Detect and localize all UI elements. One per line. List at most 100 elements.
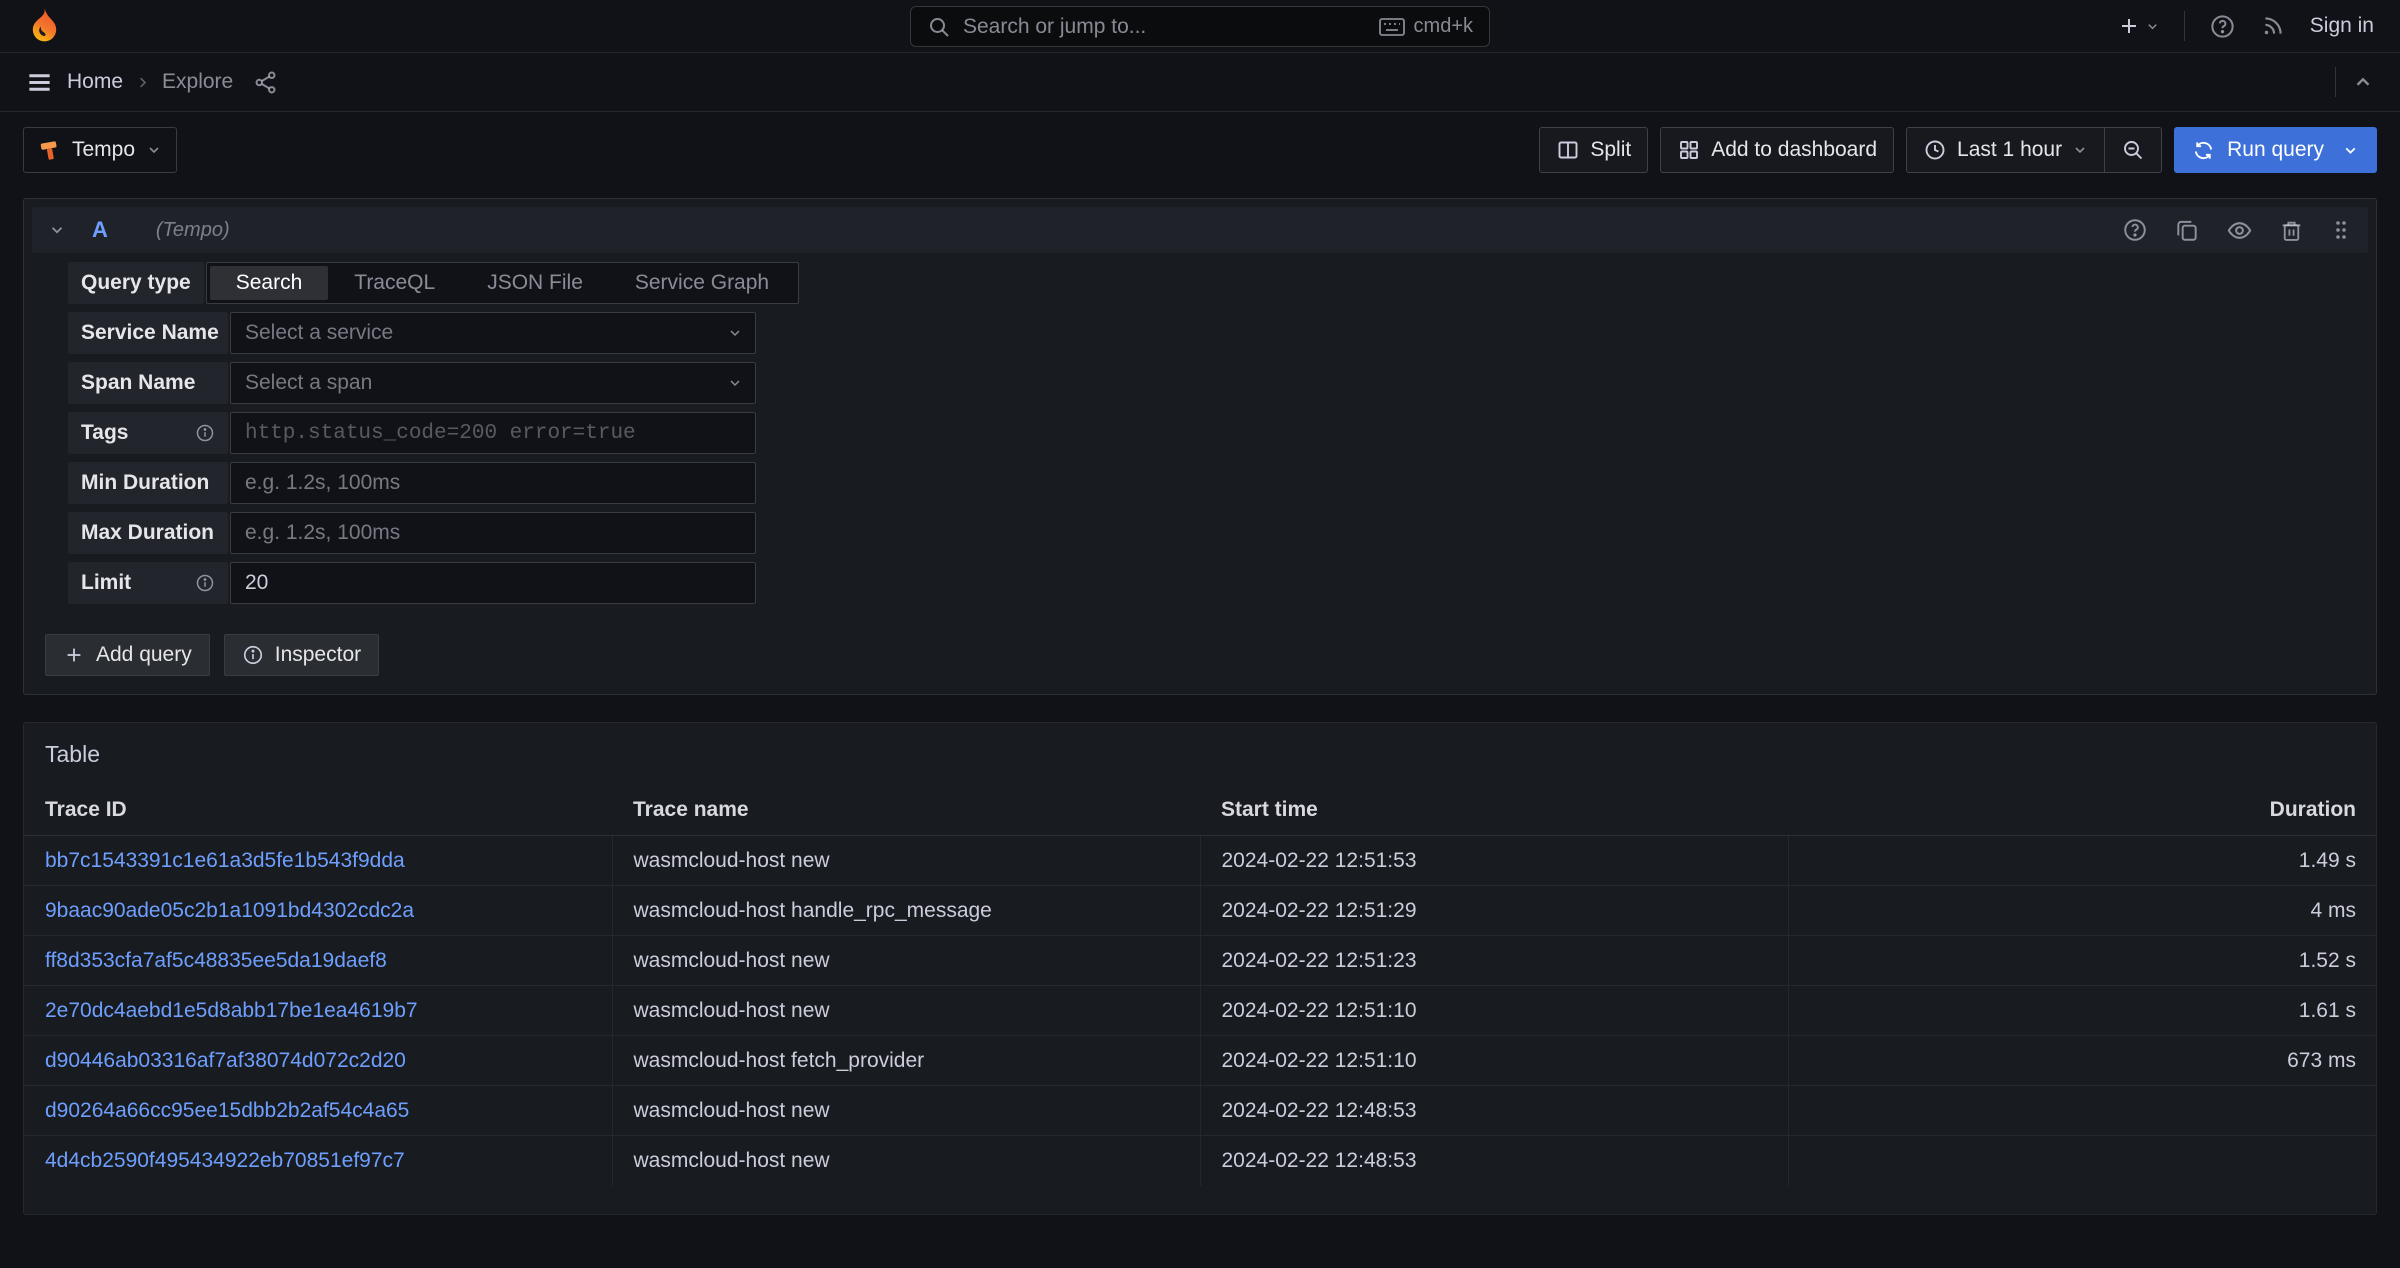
table-row: ff8d353cfa7af5c48835ee5da19daef8 wasmclo…	[24, 936, 2376, 986]
tempo-search-form: Query type SearchTraceQLJSON FileService…	[68, 262, 2368, 604]
query-footer: Add query Inspector	[45, 634, 2368, 676]
table-row: 4d4cb2590f495434922eb70851ef97c7 wasmclo…	[24, 1136, 2376, 1186]
time-picker-group: Last 1 hour	[1906, 127, 2162, 173]
table-row: bb7c1543391c1e61a3d5fe1b543f9dda wasmclo…	[24, 836, 2376, 886]
drag-handle-icon[interactable]	[2330, 218, 2352, 242]
trace-name-cell: wasmcloud-host new	[612, 936, 1200, 986]
start-time-cell: 2024-02-22 12:51:10	[1200, 986, 1788, 1036]
query-help-icon[interactable]	[2122, 217, 2148, 243]
datasource-name: Tempo	[72, 138, 135, 162]
trace-id-link[interactable]: 2e70dc4aebd1e5d8abb17be1ea4619b7	[45, 999, 418, 1022]
add-query-label: Add query	[96, 643, 192, 667]
query-editor-panel: A (Tempo)	[23, 198, 2377, 695]
search-input[interactable]	[963, 15, 1367, 39]
start-time-cell: 2024-02-22 12:48:53	[1200, 1086, 1788, 1136]
query-type-tab[interactable]: Search	[210, 266, 329, 300]
zoom-out-time-button[interactable]	[2104, 128, 2161, 172]
add-query-button[interactable]: Add query	[45, 634, 210, 676]
limit-input[interactable]	[230, 562, 756, 604]
query-ref-id: A	[92, 217, 108, 243]
info-icon	[195, 423, 215, 443]
duration-cell: 1.61 s	[1788, 986, 2376, 1036]
min-duration-label: Min Duration	[68, 462, 228, 504]
query-type-tabs: SearchTraceQLJSON FileService Graph	[206, 262, 799, 304]
column-header-trace-id[interactable]: Trace ID	[24, 789, 612, 836]
new-menu-button[interactable]	[2117, 14, 2160, 38]
tempo-logo-icon	[38, 139, 61, 162]
sync-icon	[2192, 139, 2215, 162]
clock-icon	[1923, 138, 1947, 162]
query-type-tab[interactable]: JSON File	[461, 266, 609, 300]
grafana-logo-icon[interactable]	[26, 6, 63, 46]
query-type-tab[interactable]: TraceQL	[328, 266, 461, 300]
share-icon[interactable]	[253, 70, 278, 95]
inspector-button[interactable]: Inspector	[224, 634, 379, 676]
menu-icon[interactable]	[26, 69, 53, 96]
duplicate-query-icon[interactable]	[2174, 217, 2200, 243]
chevron-down-icon[interactable]	[2342, 142, 2359, 159]
span-name-select[interactable]: Select a span	[230, 362, 756, 404]
start-time-cell: 2024-02-22 12:51:10	[1200, 1036, 1788, 1086]
news-rss-icon[interactable]	[2260, 13, 2286, 39]
query-row-header[interactable]: A (Tempo)	[32, 207, 2368, 253]
breadcrumb-home[interactable]: Home	[67, 70, 123, 94]
help-icon[interactable]	[2209, 13, 2236, 40]
trace-id-link[interactable]: bb7c1543391c1e61a3d5fe1b543f9dda	[45, 849, 405, 872]
datasource-picker[interactable]: Tempo	[23, 127, 177, 173]
chevron-down-icon	[727, 375, 743, 391]
plus-icon	[63, 644, 85, 666]
column-header-trace-name[interactable]: Trace name	[612, 789, 1200, 836]
table-row: d90264a66cc95ee15dbb2b2af54c4a65 wasmclo…	[24, 1086, 2376, 1136]
top-nav: cmd+k Sign	[0, 0, 2400, 53]
column-header-start-time[interactable]: Start time	[1200, 789, 1788, 836]
breadcrumb-bar: Home Explore	[0, 53, 2400, 112]
search-icon	[927, 15, 951, 39]
time-range-label: Last 1 hour	[1957, 138, 2062, 162]
column-header-duration[interactable]: Duration	[1788, 789, 2376, 836]
trace-name-cell: wasmcloud-host fetch_provider	[612, 1036, 1200, 1086]
chevron-up-icon[interactable]	[2352, 71, 2374, 93]
grafana-explore-page: cmd+k Sign	[0, 0, 2400, 1268]
start-time-cell: 2024-02-22 12:51:29	[1200, 886, 1788, 936]
info-icon	[195, 573, 215, 593]
breadcrumb: Home Explore	[67, 70, 233, 94]
add-to-dashboard-button[interactable]: Add to dashboard	[1660, 127, 1894, 173]
split-icon	[1556, 138, 1580, 162]
tags-input[interactable]	[230, 412, 756, 454]
split-button[interactable]: Split	[1539, 127, 1648, 173]
collapse-chevron-icon[interactable]	[48, 221, 66, 239]
max-duration-input[interactable]	[230, 512, 756, 554]
toggle-visibility-eye-icon[interactable]	[2226, 217, 2253, 244]
trace-name-cell: wasmcloud-host new	[612, 986, 1200, 1036]
query-type-tab[interactable]: Service Graph	[609, 266, 795, 300]
table-panel: Table Trace ID Trace name Start time Dur…	[23, 722, 2377, 1215]
table-header-row: Trace ID Trace name Start time Duration	[24, 789, 2376, 836]
duration-cell	[1788, 1136, 2376, 1186]
global-search[interactable]: cmd+k	[910, 6, 1490, 47]
chevron-down-icon	[2072, 142, 2088, 158]
query-actions	[2122, 217, 2352, 244]
shortcut-label: cmd+k	[1414, 15, 1473, 38]
sign-in-button[interactable]: Sign in	[2310, 14, 2374, 38]
keyboard-icon	[1379, 17, 1405, 37]
trace-id-link[interactable]: 4d4cb2590f495434922eb70851ef97c7	[45, 1149, 405, 1172]
limit-label-text: Limit	[81, 571, 131, 595]
service-name-select[interactable]: Select a service	[230, 312, 756, 354]
split-label: Split	[1590, 138, 1631, 162]
min-duration-input[interactable]	[230, 462, 756, 504]
breadcrumb-explore: Explore	[162, 70, 233, 94]
run-query-button[interactable]: Run query	[2174, 127, 2377, 173]
explore-toolbar: Tempo Split	[23, 126, 2377, 174]
delete-query-trash-icon[interactable]	[2279, 218, 2304, 243]
start-time-cell: 2024-02-22 12:51:53	[1200, 836, 1788, 886]
duration-cell: 4 ms	[1788, 886, 2376, 936]
trace-id-link[interactable]: d90264a66cc95ee15dbb2b2af54c4a65	[45, 1099, 409, 1122]
trace-id-link[interactable]: ff8d353cfa7af5c48835ee5da19daef8	[45, 949, 387, 972]
run-query-label: Run query	[2227, 138, 2324, 162]
duration-cell: 1.49 s	[1788, 836, 2376, 886]
add-to-dashboard-label: Add to dashboard	[1711, 138, 1877, 162]
trace-id-link[interactable]: 9baac90ade05c2b1a1091bd4302cdc2a	[45, 899, 414, 922]
trace-id-link[interactable]: d90446ab03316af7af38074d072c2d20	[45, 1049, 406, 1072]
time-range-picker[interactable]: Last 1 hour	[1907, 128, 2104, 172]
limit-label: Limit	[68, 562, 228, 604]
